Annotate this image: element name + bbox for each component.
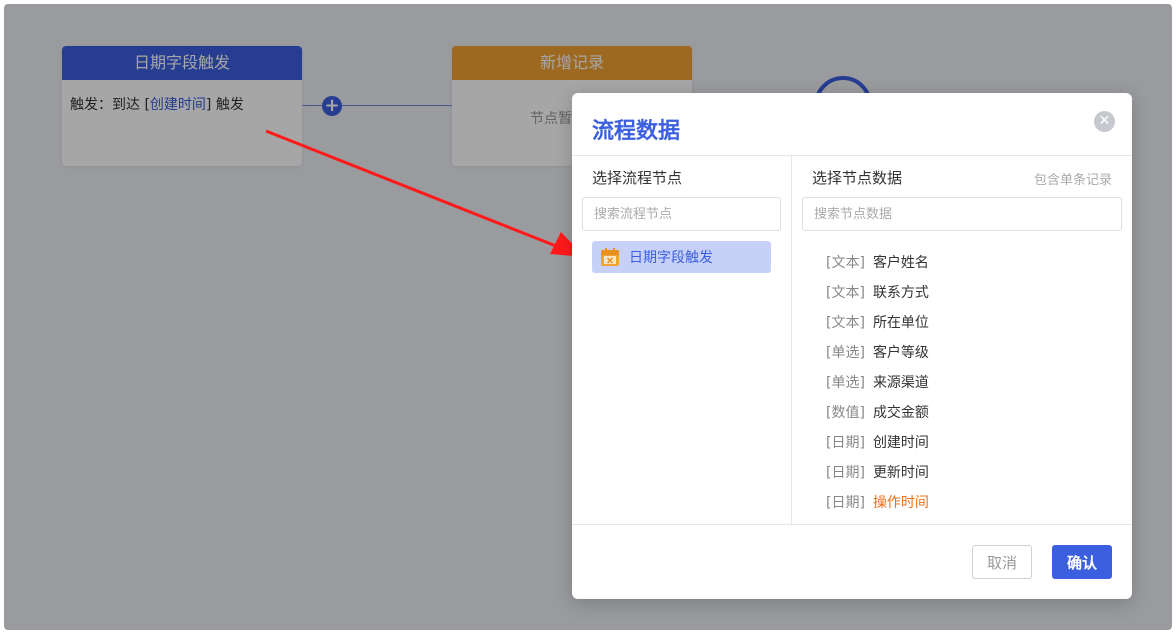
field-item[interactable]: [日期] 创建时间 — [826, 429, 929, 459]
field-type: [日期] — [826, 465, 865, 481]
field-type: [文本] — [826, 255, 865, 271]
dialog-title: 流程数据 — [592, 119, 681, 144]
select-node-data-title: 选择节点数据 — [812, 169, 903, 187]
field-type: [日期] — [826, 435, 865, 451]
field-name: 所在单位 — [872, 315, 929, 331]
field-name: 更新时间 — [872, 465, 929, 481]
calendar-icon — [601, 248, 619, 266]
field-type: [单选] — [826, 345, 865, 361]
field-name: 客户等级 — [872, 345, 929, 361]
field-name: 创建时间 — [872, 435, 929, 451]
field-name: 成交金额 — [872, 405, 929, 421]
select-node-title: 选择流程节点 — [592, 169, 683, 187]
field-list: [文本] 客户姓名 [文本] 联系方式 [文本] 所在单位 [单选] 客户等级 [单选]… — [826, 249, 929, 519]
single-record-hint: 包含单条记录 — [1033, 173, 1112, 188]
field-type: [日期] — [826, 495, 865, 511]
field-name: 来源渠道 — [872, 375, 929, 391]
field-type: [数值] — [826, 405, 865, 421]
node-item-label: 日期字段触发 — [629, 250, 713, 266]
dialog-divider-mid — [791, 155, 792, 524]
field-name: 操作时间 — [872, 495, 929, 511]
field-item[interactable]: [文本] 联系方式 — [826, 279, 929, 309]
field-item[interactable]: [文本] 所在单位 — [826, 309, 929, 339]
search-node-data-input[interactable] — [802, 197, 1122, 231]
confirm-button[interactable]: 确认 — [1052, 545, 1112, 579]
search-node-input[interactable] — [582, 197, 781, 231]
field-name: 联系方式 — [872, 285, 929, 301]
field-item-active[interactable]: [日期] 操作时间 — [826, 489, 929, 519]
process-data-dialog: 流程数据 ✕ 选择流程节点 选择节点数据 包含单条记录 日期字段触发 [文本] 客… — [572, 93, 1132, 599]
field-item[interactable]: [单选] 客户等级 — [826, 339, 929, 369]
node-item-date-trigger[interactable]: 日期字段触发 — [592, 241, 771, 273]
field-type: [文本] — [826, 285, 865, 301]
cancel-button[interactable]: 取消 — [972, 545, 1032, 579]
field-item[interactable]: [日期] 更新时间 — [826, 459, 929, 489]
dialog-divider-top — [572, 155, 1132, 156]
field-type: [文本] — [826, 315, 865, 331]
field-item[interactable]: [文本] 客户姓名 — [826, 249, 929, 279]
close-icon[interactable]: ✕ — [1094, 111, 1115, 132]
field-item[interactable]: [数值] 成交金额 — [826, 399, 929, 429]
field-type: [单选] — [826, 375, 865, 391]
dialog-divider-bottom — [572, 524, 1132, 525]
arrow-shaft — [265, 129, 557, 248]
field-name: 客户姓名 — [872, 255, 929, 271]
field-item[interactable]: [单选] 来源渠道 — [826, 369, 929, 399]
